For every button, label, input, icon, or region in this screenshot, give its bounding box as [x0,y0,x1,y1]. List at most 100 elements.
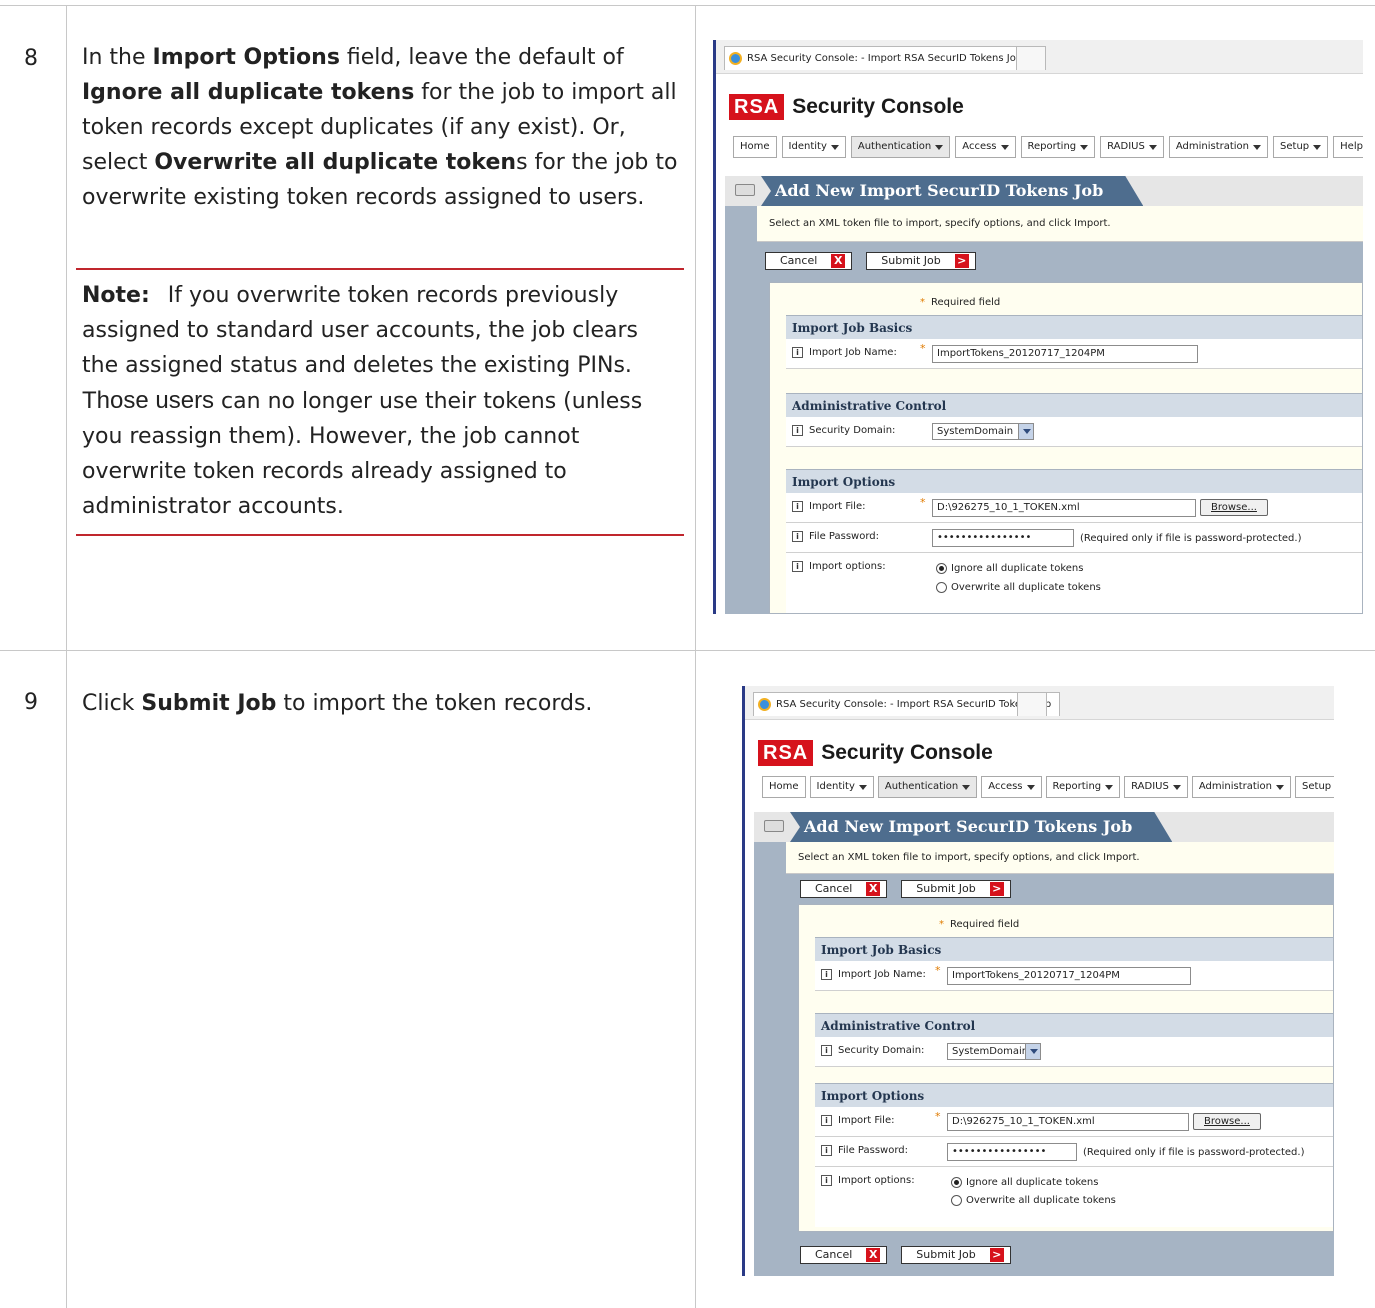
menu-radius[interactable]: RADIUS [1124,776,1188,798]
menu-access[interactable]: Access [955,136,1016,158]
menu-identity[interactable]: Identity [809,776,874,798]
security-domain-select[interactable]: SystemDomain [932,423,1034,440]
menu-authentication[interactable]: Authentication [877,776,978,798]
menu-administration[interactable]: Administration [1191,776,1292,798]
main-menu: Home Identity Authentication Access Repo… [733,136,1363,158]
instruction-bar: Select an XML token file to import, spec… [786,842,1334,874]
security-domain-label: i Security Domain: [821,1045,924,1056]
close-icon: X [866,1248,881,1262]
menu-help[interactable]: Help [1333,136,1363,158]
menu-administration[interactable]: Administration [1168,136,1269,158]
cancel-button[interactable]: Cancel X [800,1246,888,1264]
job-name-input[interactable]: ImportTokens_20120717_1204PM [932,345,1198,363]
page-header: Add New Import SecurID Tokens Job [725,176,1363,206]
security-domain-label: i Security Domain: [792,425,895,436]
security-domain-select[interactable]: SystemDomain [947,1043,1041,1060]
document-page: 8 In the Import Options field, leave the… [0,0,1375,1308]
required-star: * [920,496,926,509]
file-password-input[interactable]: •••••••••••••••• [947,1143,1077,1161]
info-icon[interactable]: i [792,531,803,542]
app-brand: RSA Security Console [729,94,964,120]
browser-tab[interactable]: RSA Security Console: - Import RSA Secur… [753,692,1061,716]
top-button-row: Cancel X Submit Job > [765,252,976,270]
close-icon: X [831,254,846,268]
chevron-down-icon [1080,144,1089,150]
menu-reporting[interactable]: Reporting [1020,136,1096,158]
app-title: Security Console [821,741,993,764]
radio-ignore-duplicates[interactable]: Ignore all duplicate tokens [936,563,1083,574]
menu-identity[interactable]: Identity [781,136,846,158]
menu-home[interactable]: Home [762,776,806,798]
import-options-label: i Import options: [821,1175,915,1186]
chevron-down-icon [1105,784,1114,790]
console-screenshot: RSA Security Console: - Import RSA Secur… [742,686,1334,1276]
file-password-input[interactable]: •••••••••••••••• [932,529,1074,547]
arrow-right-icon: > [954,254,969,268]
instruction-bar: Select an XML token file to import, spec… [757,206,1363,242]
chevron-down-icon [962,784,971,790]
rsa-logo: RSA [729,94,785,120]
radio-overwrite-duplicates[interactable]: Overwrite all duplicate tokens [951,1195,1116,1206]
password-hint: (Required only if file is password-prote… [1080,533,1302,544]
new-tab-button[interactable] [1016,46,1046,70]
browser-tab[interactable]: RSA Security Console: - Import RSA Secur… [724,46,1032,70]
section-administrative-control: Administrative Control [786,393,1362,417]
table-border-col2 [695,5,696,1308]
chevron-down-icon [858,784,867,790]
title-chevron [790,812,800,842]
info-icon[interactable]: i [821,1115,832,1126]
arrow-right-icon: > [989,1248,1004,1262]
import-file-input[interactable]: D:\926275_10_1_TOKEN.xml [947,1113,1189,1131]
menu-setup[interactable]: Setup [1273,136,1329,158]
menu-access[interactable]: Access [981,776,1042,798]
password-hint: (Required only if file is password-prote… [1083,1147,1305,1158]
info-icon[interactable]: i [792,561,803,572]
form-panel: * Required field Import Job Basics i Impor… [798,904,1334,1232]
new-tab-button[interactable] [1017,692,1047,716]
chevron-down-icon [1172,784,1181,790]
chevron-down-icon [1313,144,1322,150]
section-import-options: Import Options [815,1083,1333,1107]
step-number: 8 [24,46,38,71]
close-icon: X [866,882,881,896]
page-title: Add New Import SecurID Tokens Job [761,176,1143,206]
window-edge [742,686,745,1276]
job-name-label: i Import Job Name: [792,347,897,358]
page-title: Add New Import SecurID Tokens Job [790,812,1172,842]
info-icon[interactable]: i [821,1145,832,1156]
radio-unselected-icon [951,1195,962,1206]
browse-button[interactable]: Browse... [1193,1113,1261,1130]
cancel-button[interactable]: Cancel X [800,880,888,898]
radio-overwrite-duplicates[interactable]: Overwrite all duplicate tokens [936,582,1101,593]
section-import-job-basics: Import Job Basics [786,315,1362,339]
bottom-button-row: Cancel X Submit Job > [800,1246,1011,1264]
section-administrative-control: Administrative Control [815,1013,1333,1037]
info-icon[interactable]: i [792,501,803,512]
job-name-input[interactable]: ImportTokens_20120717_1204PM [947,967,1191,985]
info-icon[interactable]: i [821,1175,832,1186]
info-icon[interactable]: i [821,969,832,980]
submit-job-button[interactable]: Submit Job > [866,252,976,270]
browser-tabstrip: RSA Security Console: - Import RSA Secur… [745,686,1334,720]
menu-reporting[interactable]: Reporting [1045,776,1121,798]
chevron-down-icon [1148,144,1157,150]
menu-setup[interactable]: Setup [1295,776,1334,798]
chevron-down-icon [830,144,839,150]
info-icon[interactable]: i [792,347,803,358]
required-note: * Required field [920,297,1001,308]
chevron-down-icon [1026,784,1035,790]
keyboard-icon [735,184,755,196]
menu-authentication[interactable]: Authentication [850,136,951,158]
menu-radius[interactable]: RADIUS [1100,136,1164,158]
import-file-input[interactable]: D:\926275_10_1_TOKEN.xml [932,499,1196,517]
browse-button[interactable]: Browse... [1200,499,1268,516]
info-icon[interactable]: i [792,425,803,436]
row-security-domain: i Security Domain: SystemDomain [815,1037,1333,1067]
info-icon[interactable]: i [821,1045,832,1056]
submit-job-button[interactable]: Submit Job > [901,880,1011,898]
app-brand: RSA Security Console [758,740,993,766]
radio-ignore-duplicates[interactable]: Ignore all duplicate tokens [951,1177,1098,1188]
submit-job-button[interactable]: Submit Job > [901,1246,1011,1264]
cancel-button[interactable]: Cancel X [765,252,853,270]
menu-home[interactable]: Home [733,136,777,158]
